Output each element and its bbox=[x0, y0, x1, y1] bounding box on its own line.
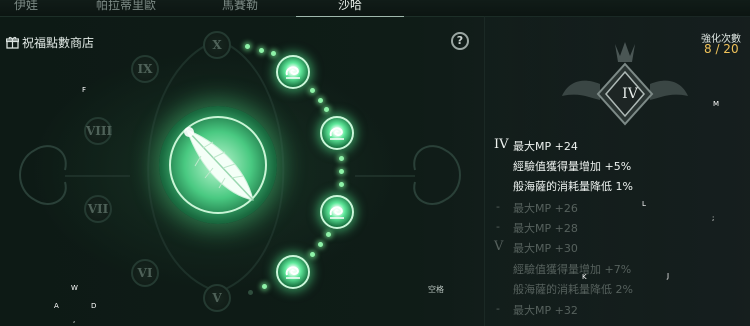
path-dot bbox=[248, 290, 253, 295]
rune-viii: VIII bbox=[84, 117, 112, 145]
path-dot bbox=[245, 44, 250, 49]
stat-line: 經驗值獲得量增加 +5% bbox=[513, 160, 632, 173]
space-hint: 空格 bbox=[428, 285, 444, 294]
rune-vii: VII bbox=[84, 195, 112, 223]
blessing-node-1[interactable] bbox=[276, 55, 310, 89]
swirl-icon bbox=[285, 266, 300, 279]
key-hint-w: W bbox=[71, 284, 78, 292]
tab-shaha[interactable]: 沙哈 bbox=[296, 0, 404, 17]
tier-label: - bbox=[496, 220, 500, 233]
path-dot bbox=[310, 88, 315, 93]
blessing-node-4[interactable] bbox=[276, 255, 310, 289]
rune-x: X bbox=[203, 31, 231, 59]
tier-label: - bbox=[496, 200, 500, 213]
key-hint-l: L bbox=[642, 200, 646, 208]
rank-emblem bbox=[562, 42, 688, 126]
shop-label: 祝福點數商店 bbox=[22, 36, 95, 50]
path-dot bbox=[339, 169, 344, 174]
rank-numeral: IV bbox=[622, 86, 638, 102]
swirl-icon bbox=[329, 127, 344, 140]
key-hint-d: D bbox=[91, 302, 97, 310]
key-hint-j: J bbox=[667, 272, 670, 280]
stat-line: 最大MP +28 bbox=[513, 222, 578, 235]
tier-label: V bbox=[494, 239, 504, 254]
path-dot bbox=[310, 252, 315, 257]
tier-label: IV bbox=[494, 137, 509, 152]
tab-paratilio[interactable]: 帕拉蒂里歐 bbox=[82, 0, 170, 16]
stat-line: 般海薩的消耗量降低 2% bbox=[513, 283, 633, 296]
tab-eva[interactable]: 伊娃 bbox=[0, 0, 52, 16]
path-dot bbox=[262, 284, 267, 289]
gift-icon bbox=[6, 36, 19, 49]
stat-line: 經驗值獲得量增加 +7% bbox=[513, 263, 632, 276]
game-screen: 伊娃 帕拉蒂里歐 馬賽勒 沙哈 祝福點數商店 ? X IX VIII VII V… bbox=[0, 0, 750, 326]
feather-icon bbox=[184, 127, 254, 201]
feather-emblem[interactable] bbox=[159, 106, 277, 224]
path-dot bbox=[339, 182, 344, 187]
rune-ix: IX bbox=[131, 55, 159, 83]
key-hint-m: M bbox=[713, 100, 720, 108]
path-dot bbox=[339, 156, 344, 161]
rune-v: V bbox=[203, 284, 231, 312]
key-hint-semicolon: ; bbox=[712, 214, 715, 222]
tier-label: - bbox=[496, 302, 500, 315]
stat-line: 最大MP +24 bbox=[513, 140, 578, 153]
blessing-shop-link[interactable]: 祝福點數商店 bbox=[6, 34, 94, 51]
stat-line: 最大MP +30 bbox=[513, 242, 578, 255]
enhance-count-value: 8 / 20 bbox=[704, 42, 739, 56]
key-hint-comma: , bbox=[73, 316, 76, 324]
path-dot bbox=[259, 48, 264, 53]
path-dot bbox=[271, 51, 276, 56]
path-dot bbox=[318, 242, 323, 247]
question-circle-icon[interactable]: ? bbox=[451, 32, 469, 50]
key-hint-k: K bbox=[582, 273, 587, 281]
path-dot bbox=[318, 98, 323, 103]
tab-bar: 伊娃 帕拉蒂里歐 馬賽勒 沙哈 bbox=[0, 0, 750, 17]
tab-marceille[interactable]: 馬賽勒 bbox=[200, 0, 280, 16]
path-dot bbox=[326, 232, 331, 237]
rune-vi: VI bbox=[131, 259, 159, 287]
key-hint-f: F bbox=[82, 86, 87, 94]
blessing-node-3[interactable] bbox=[320, 195, 354, 229]
stat-line: 般海薩的消耗量降低 1% bbox=[513, 180, 633, 193]
key-hint-a: A bbox=[54, 302, 59, 310]
blessing-node-2[interactable] bbox=[320, 116, 354, 150]
path-dot bbox=[324, 107, 329, 112]
stat-line: 最大MP +32 bbox=[513, 304, 578, 317]
swirl-icon bbox=[329, 206, 344, 219]
swirl-icon bbox=[285, 66, 300, 79]
stat-line: 最大MP +26 bbox=[513, 202, 578, 215]
